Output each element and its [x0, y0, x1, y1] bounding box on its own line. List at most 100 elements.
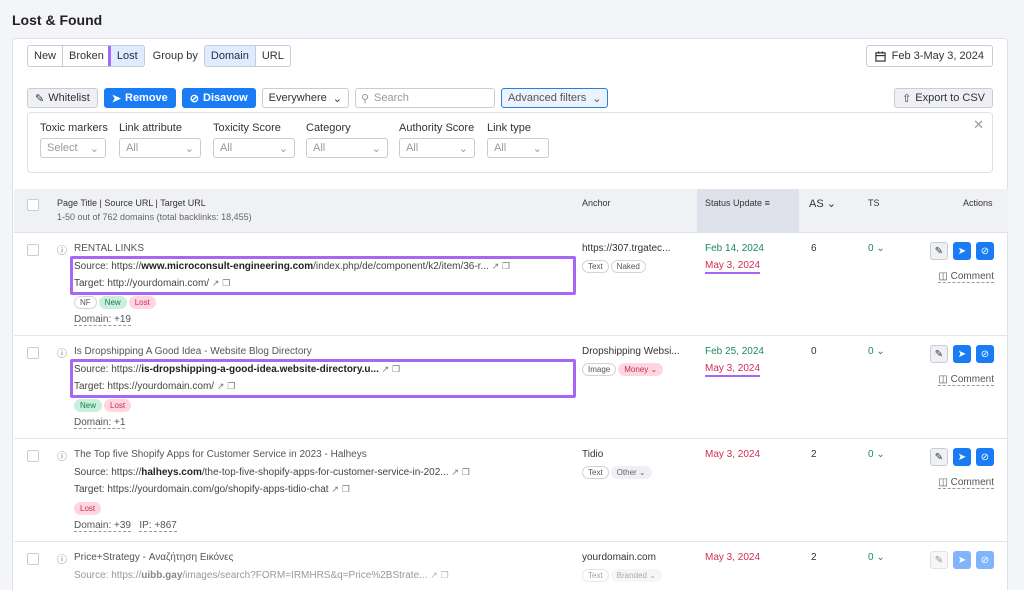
- group-by-label: Group by: [152, 50, 198, 62]
- disavow-label: Disavow: [203, 92, 248, 104]
- select-all-checkbox[interactable]: [27, 199, 39, 211]
- tag-branded[interactable]: Branded ⌄: [610, 569, 662, 582]
- anchor-text[interactable]: Tidio: [582, 449, 603, 460]
- source-url[interactable]: Source: https://halheys.com/the-top-five…: [74, 467, 470, 478]
- close-icon[interactable]: ✕: [973, 117, 984, 133]
- help-icon[interactable]: ⓘ: [57, 345, 67, 360]
- row-checkbox[interactable]: [27, 347, 39, 359]
- whitelist-label: Whitelist: [48, 92, 90, 104]
- help-icon[interactable]: ⓘ: [57, 448, 67, 463]
- tab-broken[interactable]: Broken: [63, 46, 111, 66]
- block-icon: ⊘: [189, 92, 200, 105]
- copy-icon[interactable]: ❐: [441, 570, 449, 580]
- send-icon[interactable]: ➤: [953, 242, 971, 260]
- link-attribute-select[interactable]: All ⌄: [119, 138, 201, 158]
- whitelist-icon[interactable]: ✎: [930, 242, 948, 260]
- remove-button[interactable]: ➤ Remove: [103, 88, 176, 108]
- whitelist-button[interactable]: ✎ Whitelist: [27, 88, 98, 108]
- chevron-down-icon: ⌄: [592, 92, 602, 105]
- send-icon[interactable]: ➤: [953, 551, 971, 569]
- page-title-link[interactable]: The Top five Shopify Apps for Customer S…: [74, 449, 367, 460]
- anchor-text[interactable]: Dropshipping Websi...: [582, 346, 680, 357]
- highlight-box: [70, 359, 576, 398]
- help-icon[interactable]: ⓘ: [57, 551, 67, 566]
- ts-value[interactable]: 0 ⌄: [868, 243, 885, 254]
- tag-image: Image: [582, 363, 617, 376]
- external-link-icon[interactable]: ↗: [451, 467, 459, 477]
- category-select[interactable]: All ⌄: [306, 138, 388, 158]
- target-text: Target: https://yourdomain.com/go/shopif…: [74, 484, 329, 495]
- comment-button[interactable]: ◫ Comment: [938, 374, 994, 386]
- tag-text: Text: [582, 466, 609, 479]
- block-icon[interactable]: ⊘: [976, 242, 994, 260]
- chevron-down-icon: ⌄: [184, 142, 194, 155]
- external-link-icon[interactable]: ↗: [430, 570, 438, 580]
- chevron-down-icon: ⌄: [89, 142, 99, 155]
- row-checkbox[interactable]: [27, 244, 39, 256]
- anchor-text[interactable]: yourdomain.com: [582, 552, 656, 563]
- date-range-button[interactable]: Feb 3-May 3, 2024: [865, 45, 993, 67]
- col-anchor[interactable]: Anchor: [582, 198, 611, 208]
- external-link-icon[interactable]: ↗: [331, 484, 339, 494]
- row-tags: New Lost: [74, 399, 133, 412]
- chevron-down-icon: ⌄: [826, 198, 836, 210]
- page-title-link[interactable]: Price+Strategy - Αναζήτηση Εικόνες: [74, 552, 233, 563]
- main-panel: New Broken Lost Group by Domain URL Feb …: [12, 38, 1008, 590]
- domain-count[interactable]: Domain: +39: [74, 520, 131, 532]
- table-header: Page Title | Source URL | Target URL 1-5…: [14, 189, 1008, 233]
- block-icon[interactable]: ⊘: [976, 448, 994, 466]
- row-checkbox[interactable]: [27, 450, 39, 462]
- col-ts[interactable]: TS: [868, 198, 880, 208]
- whitelist-icon[interactable]: ✎: [930, 345, 948, 363]
- advanced-filters-dropdown[interactable]: Advanced filters ⌄: [500, 88, 609, 108]
- anchor-text[interactable]: https://307.trgatec...: [582, 243, 670, 254]
- domain-count[interactable]: Domain: +1: [74, 417, 126, 429]
- tab-lost[interactable]: Lost: [107, 46, 144, 66]
- row-tags: Lost: [74, 502, 103, 515]
- tab-new[interactable]: New: [28, 46, 64, 66]
- ts-value[interactable]: 0 ⌄: [868, 552, 885, 563]
- col-page-title[interactable]: Page Title | Source URL | Target URL: [57, 198, 206, 208]
- col-status-update[interactable]: Status Update ≡: [705, 198, 770, 208]
- domain-count[interactable]: Domain: +19: [74, 314, 131, 326]
- tag-money[interactable]: Money ⌄: [618, 363, 664, 376]
- block-icon[interactable]: ⊘: [976, 345, 994, 363]
- source-path: /the-top-five-shopify-apps-for-customer-…: [201, 467, 449, 478]
- col-actions: Actions: [963, 198, 993, 208]
- page-title-link[interactable]: RENTAL LINKS: [74, 243, 144, 254]
- toxic-markers-select[interactable]: Select ⌄: [40, 138, 106, 158]
- scope-dropdown[interactable]: Everywhere ⌄: [261, 88, 349, 108]
- page-title-link[interactable]: Is Dropshipping A Good Idea - Website Bl…: [74, 346, 312, 357]
- whitelist-icon[interactable]: ✎: [930, 448, 948, 466]
- group-url-option[interactable]: URL: [255, 46, 290, 66]
- target-url[interactable]: Target: https://yourdomain.com/go/shopif…: [74, 484, 350, 495]
- group-domain-option[interactable]: Domain: [204, 46, 256, 66]
- ip-count[interactable]: IP: +867: [139, 520, 177, 532]
- results-summary: 1-50 out of 762 domains (total backlinks…: [57, 212, 252, 222]
- block-icon[interactable]: ⊘: [976, 551, 994, 569]
- ts-value[interactable]: 0 ⌄: [868, 346, 885, 357]
- comment-label: Comment: [950, 374, 994, 385]
- comment-button[interactable]: ◫ Comment: [938, 477, 994, 489]
- whitelist-icon[interactable]: ✎: [930, 551, 948, 569]
- link-type-select[interactable]: All ⌄: [487, 138, 549, 158]
- ts-value[interactable]: 0 ⌄: [868, 449, 885, 460]
- tag-other[interactable]: Other ⌄: [610, 466, 652, 479]
- search-input[interactable]: ⚲ Search: [354, 88, 495, 108]
- comment-button[interactable]: ◫ Comment: [938, 271, 994, 283]
- help-icon[interactable]: ⓘ: [57, 242, 67, 257]
- advanced-filters-panel: Toxic markers Select ⌄ Link attribute All…: [27, 112, 993, 173]
- copy-icon[interactable]: ❐: [342, 484, 350, 494]
- send-icon[interactable]: ➤: [953, 448, 971, 466]
- send-icon[interactable]: ➤: [953, 345, 971, 363]
- source-url[interactable]: Source: https://uibb.gay/images/search?F…: [74, 570, 449, 581]
- copy-icon[interactable]: ❐: [462, 467, 470, 477]
- authority-score-select[interactable]: All ⌄: [399, 138, 475, 158]
- select-value: Select: [47, 142, 78, 154]
- export-csv-button[interactable]: ⇧ Export to CSV: [894, 88, 993, 108]
- disavow-button[interactable]: ⊘ Disavow: [181, 88, 256, 108]
- tag-lost: Lost: [128, 296, 156, 309]
- col-as[interactable]: AS ⌄: [809, 197, 836, 210]
- toxicity-score-select[interactable]: All ⌄: [213, 138, 295, 158]
- row-checkbox[interactable]: [27, 553, 39, 565]
